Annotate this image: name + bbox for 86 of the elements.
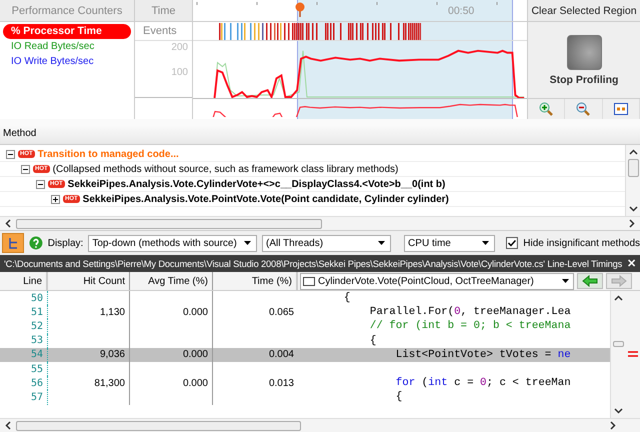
right-arrow-icon <box>611 275 627 287</box>
code-line: Parallel.For(0, treeManager.Lea <box>368 306 571 318</box>
tree-item[interactable]: SekkeiPipes.Analysis.Vote.PointVote.Vote(Point candidate, Cylinder cylinder) <box>82 194 449 204</box>
scroll-left-icon[interactable] <box>5 421 11 430</box>
scroll-right-icon[interactable] <box>610 421 616 430</box>
table-cell: 81,300 <box>94 378 125 389</box>
vertical-scrollbar[interactable] <box>625 145 640 216</box>
line-number: 53 <box>30 335 43 346</box>
scroll-down-icon[interactable] <box>614 408 622 414</box>
table-cell: 0.013 <box>268 378 294 389</box>
fit-icon[interactable] <box>614 103 628 115</box>
caret-icon[interactable] <box>244 241 252 245</box>
scroll-right-icon[interactable] <box>629 219 635 228</box>
code-line: for (int c = 0; c < treeMan <box>394 377 571 390</box>
tree-item[interactable]: SekkeiPipes.Analysis.Vote.CylinderVote+<>c__DisplayClass4.<Vote>b__0(int b) <box>68 178 446 190</box>
window-icon <box>303 276 315 286</box>
code-line: { <box>368 334 376 347</box>
caret-icon[interactable] <box>562 279 569 283</box>
horizontal-scrollbar[interactable] <box>0 418 310 432</box>
line-number: 51 <box>30 306 43 318</box>
horizontal-scrollbar[interactable] <box>0 216 640 230</box>
checkbox[interactable] <box>506 237 518 249</box>
column-header[interactable]: Method <box>0 124 640 145</box>
column-header[interactable]: Hit Count <box>48 272 130 290</box>
code-line: { <box>342 292 350 304</box>
line-number: 56 <box>30 378 43 389</box>
table-cell: 0.065 <box>268 306 294 318</box>
metric-dropdown[interactable]: CPU time <box>404 234 496 252</box>
threads-dropdown[interactable]: (All Threads) <box>262 234 392 252</box>
code-line: List<PointVote> tVotes = ne <box>394 348 571 361</box>
scroll-left-icon[interactable] <box>5 219 11 228</box>
code-line: // for (int b = 0; b < treeMana <box>368 320 571 332</box>
y-tick-label: 200 <box>171 42 188 53</box>
scroll-up-icon[interactable] <box>628 149 638 155</box>
display-label: Display: <box>48 238 84 248</box>
left-arrow-icon <box>582 275 598 287</box>
table-cell: 0.000 <box>182 306 208 318</box>
time-label: Time <box>151 4 176 16</box>
marker-pin-icon[interactable] <box>294 1 306 17</box>
call-tree-button[interactable] <box>2 233 24 253</box>
scroll-thumb[interactable] <box>16 218 322 228</box>
line-number: 52 <box>30 320 43 332</box>
table-cell: 1,130 <box>100 306 125 318</box>
collapse-icon[interactable] <box>21 164 30 174</box>
checkbox-label[interactable]: Hide insignificant methods <box>523 238 640 248</box>
collapse-icon[interactable] <box>6 150 15 158</box>
selected-row[interactable]: 54 9,036 0.000 0.004 List<PointVote> tVotes = ne <box>0 348 610 362</box>
scroll-thumb[interactable] <box>628 159 638 177</box>
caret-icon[interactable] <box>482 241 490 245</box>
method-dropdown[interactable]: CylinderVote.Vote(PointCloud, OctTreeManager) <box>300 272 574 290</box>
scroll-up-icon[interactable] <box>614 295 622 301</box>
scroll-thumb[interactable] <box>16 420 301 430</box>
panel-header: Performance Counters <box>0 0 135 22</box>
code-line: { <box>394 391 402 404</box>
time-tick-label: 00:50 <box>448 5 474 17</box>
scroll-down-icon[interactable] <box>628 206 638 212</box>
collapse-icon[interactable] <box>36 180 45 188</box>
vertical-scrollbar[interactable] <box>610 291 625 418</box>
help-icon[interactable] <box>28 236 43 250</box>
display-dropdown[interactable]: Top-down (methods with source) <box>88 234 258 252</box>
back-button[interactable] <box>577 273 603 289</box>
counter-item[interactable]: % Processor Time <box>3 24 131 39</box>
hotspot-marker-icon <box>628 351 638 357</box>
close-button[interactable]: ✕ <box>627 257 636 270</box>
table-cell: 0.000 <box>182 349 208 360</box>
caret-icon[interactable] <box>378 241 386 245</box>
line-number: 55 <box>30 364 43 375</box>
y-tick-label: 100 <box>171 67 188 78</box>
tree-item[interactable]: (Collapsed methods without source, such as framework class library methods) <box>52 164 398 174</box>
line-number: 50 <box>30 292 43 304</box>
counter-item[interactable]: IO Read Bytes/sec <box>3 39 102 54</box>
events-label: Events <box>143 25 177 37</box>
expand-icon[interactable] <box>51 194 60 204</box>
scroll-thumb[interactable] <box>612 341 624 347</box>
counter-item[interactable]: IO Write Bytes/sec <box>3 54 102 69</box>
tree-icon <box>8 238 18 248</box>
table-cell: 0.000 <box>182 378 208 389</box>
horizontal-scrollbar[interactable] <box>310 418 640 432</box>
zoom-out-icon[interactable] <box>576 102 590 116</box>
file-path-title: 'C:\Documents and Settings\Pierre\My Documents\Visual Studio 2008\Projects\Sekkei Pipes\SekkeiPipes\Analysis\Vote\CylinderVote.cs' Line-Level Timings <box>4 258 622 268</box>
line-number: 54 <box>30 349 43 360</box>
zoom-in-icon[interactable] <box>539 102 554 116</box>
table-cell: 0.004 <box>268 349 294 360</box>
line-number: 57 <box>30 392 43 403</box>
column-header[interactable]: Avg Time (%) <box>130 272 213 290</box>
table-cell: 9,036 <box>100 349 125 360</box>
